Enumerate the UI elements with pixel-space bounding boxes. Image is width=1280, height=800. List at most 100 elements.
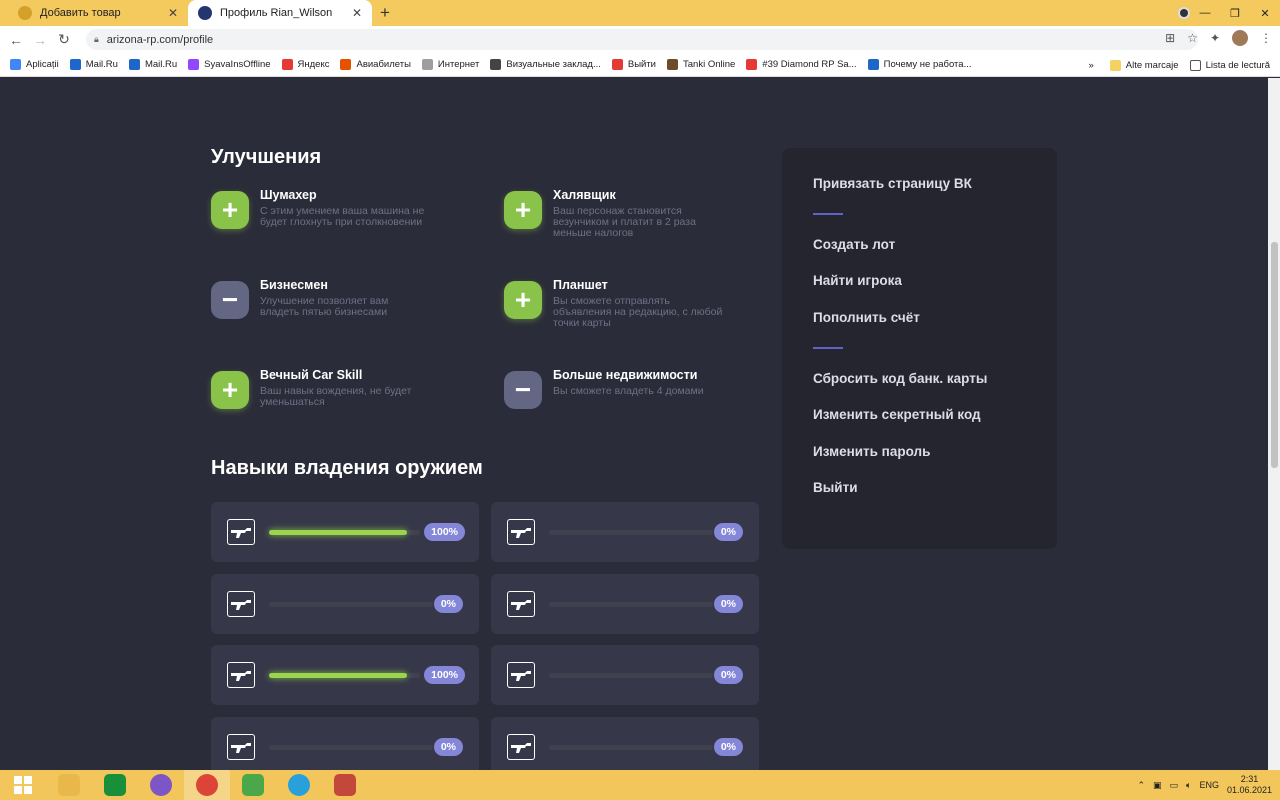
- extensions-icon[interactable]: ✦: [1210, 31, 1220, 45]
- tab-title: Профиль Rian_Wilson: [220, 7, 333, 19]
- bookmark-item[interactable]: #39 Diamond RP Sa...: [746, 59, 857, 70]
- bookmark-item[interactable]: Интернет: [421, 59, 480, 70]
- sidebar-link[interactable]: Пополнить счёт: [813, 310, 920, 325]
- plus-icon[interactable]: +: [211, 191, 249, 229]
- viber-icon: [150, 774, 172, 796]
- close-window-icon[interactable]: ✕: [1250, 7, 1280, 20]
- bookmarks-overflow-icon[interactable]: »: [1088, 60, 1093, 71]
- plus-icon[interactable]: +: [211, 371, 249, 409]
- tab-favicon-icon: [18, 6, 32, 20]
- tab-add-product[interactable]: Добавить товар ✕: [8, 0, 188, 26]
- sidebar-divider: [813, 213, 843, 215]
- taskbar-app[interactable]: [230, 770, 276, 800]
- network-icon[interactable]: ▣: [1153, 780, 1162, 791]
- bookmark-favicon-icon: [10, 59, 21, 70]
- bookmarks-bar: Aplicații Mail.Ru Mail.Ru SyavaInsOffline Ян…: [0, 53, 1280, 77]
- plus-icon[interactable]: +: [504, 191, 542, 229]
- sidebar-link[interactable]: Найти игрока: [813, 273, 902, 288]
- media-indicator-icon[interactable]: [1178, 7, 1190, 19]
- bookmark-favicon-icon: [667, 59, 678, 70]
- scrollbar-thumb[interactable]: [1271, 242, 1278, 468]
- taskbar-app[interactable]: [276, 770, 322, 800]
- bookmark-favicon-icon: [128, 59, 140, 70]
- tab-profile[interactable]: Профиль Rian_Wilson ✕: [188, 0, 372, 26]
- tab-strip: Добавить товар ✕ Профиль Rian_Wilson ✕ +…: [0, 0, 1280, 26]
- minus-icon[interactable]: −: [504, 371, 542, 409]
- assault-rifle-icon: [227, 519, 255, 545]
- weapon-skill-percent: 0%: [713, 666, 743, 684]
- other-bookmarks[interactable]: Alte marcaje: [1109, 59, 1179, 71]
- address-bar[interactable]: 🔒︎ arizona-rp.com/profile: [86, 29, 1198, 50]
- sidebar-link[interactable]: Привязать страницу ВК: [813, 176, 972, 191]
- bookmark-item[interactable]: Выйти: [611, 59, 656, 70]
- bookmark-item[interactable]: Aplicații: [10, 59, 59, 70]
- weapon-skill-bar: [549, 530, 713, 535]
- taskbar-app[interactable]: [46, 770, 92, 800]
- weapon-skill-percent: 0%: [433, 738, 463, 756]
- clock[interactable]: 2:31 01.06.2021: [1227, 774, 1272, 796]
- new-tab-button[interactable]: +: [380, 3, 390, 23]
- bookmark-label: Авиабилеты: [356, 59, 411, 70]
- minus-icon[interactable]: −: [211, 281, 249, 319]
- start-button[interactable]: [0, 770, 46, 800]
- utorrent-icon: [242, 774, 264, 796]
- weapon-skill-bar: [269, 745, 433, 750]
- lock-icon[interactable]: 🔒︎: [94, 34, 99, 45]
- upgrade-name: Вечный Car Skill: [260, 368, 363, 382]
- language-indicator[interactable]: ENG: [1199, 780, 1219, 790]
- profile-avatar[interactable]: [1232, 30, 1248, 46]
- weapon-skill-percent: 0%: [713, 523, 743, 541]
- bookmark-item[interactable]: SyavaInsOffline: [188, 59, 271, 70]
- bookmark-item[interactable]: Tanki Online: [667, 59, 735, 70]
- bookmark-label: SyavaInsOffline: [204, 59, 271, 70]
- sidebar-link[interactable]: Создать лот: [813, 237, 895, 252]
- bookmark-favicon-icon: [188, 59, 200, 70]
- bookmark-label: Почему не работа...: [883, 59, 972, 70]
- upgrade-name: Больше недвижимости: [553, 368, 698, 382]
- tray-up-icon[interactable]: ⌃: [1137, 780, 1145, 791]
- chrome-icon: [196, 774, 218, 796]
- plus-icon[interactable]: +: [504, 281, 542, 319]
- upgrades-title: Улучшения: [211, 146, 322, 168]
- weapon-skill-percent: 0%: [713, 738, 743, 756]
- taskbar-app[interactable]: [138, 770, 184, 800]
- taskbar-app[interactable]: [322, 770, 368, 800]
- folder-icon: [1109, 59, 1121, 71]
- desert-eagle-icon: [227, 662, 255, 688]
- volume-icon[interactable]: 🔈︎: [1186, 780, 1191, 791]
- weapon-skill-bar: [549, 602, 713, 607]
- bookmark-label: #39 Diamond RP Sa...: [762, 59, 857, 70]
- upgrade-name: Шумахер: [260, 188, 317, 202]
- bookmark-item[interactable]: Авиабилеты: [340, 59, 411, 70]
- page-scrollbar[interactable]: [1268, 78, 1280, 770]
- menu-icon[interactable]: ⋮: [1260, 31, 1272, 45]
- weapon-skill-card: 0%: [491, 717, 759, 770]
- close-tab-icon[interactable]: ✕: [168, 6, 178, 20]
- bookmark-label: Интернет: [437, 59, 480, 70]
- url-text: arizona-rp.com/profile: [106, 33, 214, 46]
- reading-list-label: Lista de lectură: [1205, 59, 1270, 71]
- bookmark-favicon-icon: [490, 59, 502, 70]
- bookmark-item[interactable]: Яндекс: [281, 59, 329, 70]
- taskbar-app[interactable]: [184, 770, 230, 800]
- reading-list[interactable]: Lista de lectură: [1189, 59, 1270, 71]
- sidebar-link[interactable]: Сбросить код банк. карты: [813, 371, 987, 386]
- bookmark-item[interactable]: Mail.Ru: [69, 59, 118, 70]
- minimize-icon[interactable]: —: [1190, 7, 1220, 19]
- taskbar-app[interactable]: [92, 770, 138, 800]
- bookmark-item[interactable]: Визуальные заклад...: [490, 59, 601, 70]
- monitor-icon[interactable]: ▭: [1170, 780, 1179, 791]
- translate-icon[interactable]: ⊞: [1165, 31, 1175, 45]
- sidebar-link[interactable]: Выйти: [813, 480, 858, 495]
- maximize-icon[interactable]: ❐: [1220, 7, 1250, 20]
- bookmark-item[interactable]: Почему не работа...: [867, 59, 972, 70]
- reload-icon[interactable]: ↻: [52, 31, 76, 48]
- bookmark-star-icon[interactable]: ☆: [1187, 31, 1198, 45]
- back-icon[interactable]: ←: [4, 32, 28, 48]
- sidebar-link[interactable]: Изменить пароль: [813, 444, 930, 459]
- forward-icon[interactable]: →: [28, 32, 52, 48]
- upgrade-description: Ваш навык вождения, не будет уменьшаться: [260, 385, 412, 408]
- sidebar-link[interactable]: Изменить секретный код: [813, 407, 981, 422]
- close-tab-icon[interactable]: ✕: [352, 6, 362, 20]
- bookmark-item[interactable]: Mail.Ru: [128, 59, 177, 70]
